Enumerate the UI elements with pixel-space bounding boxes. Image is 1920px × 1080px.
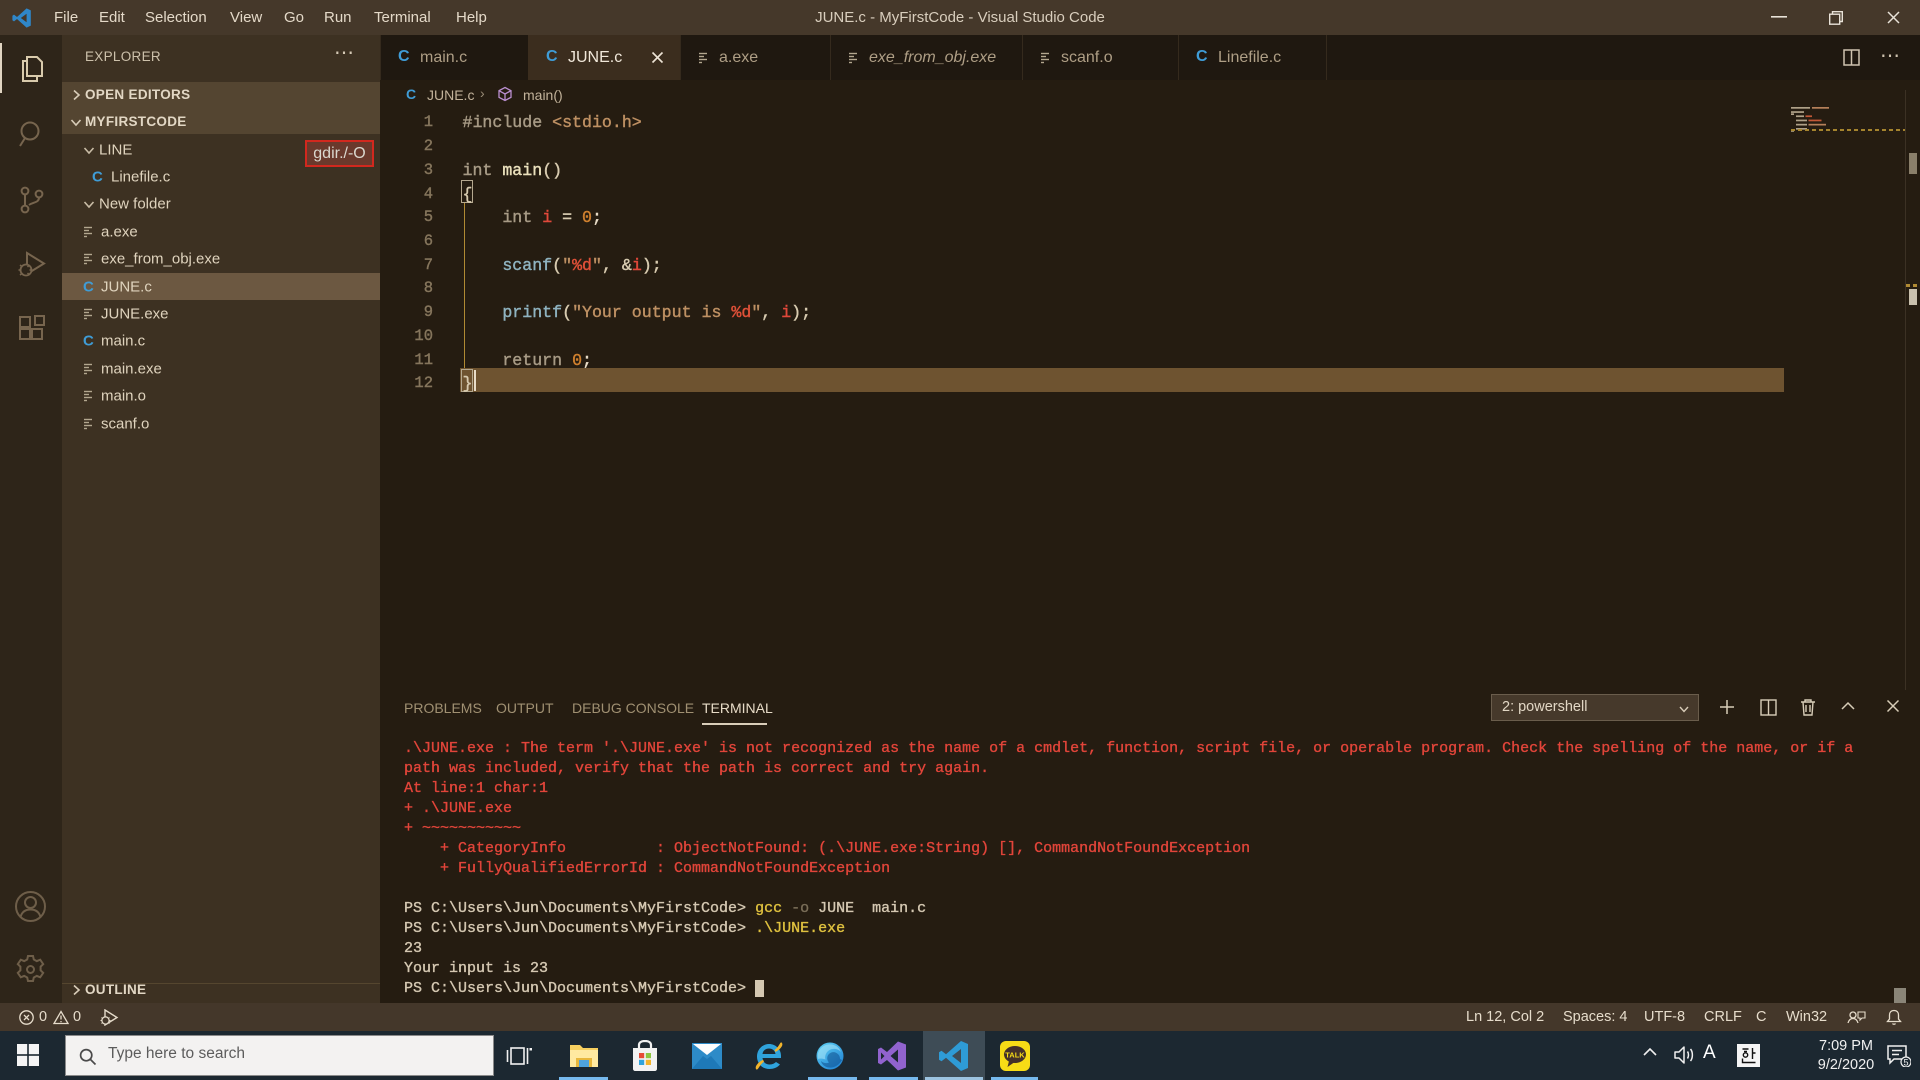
svg-text:5: 5	[1903, 1057, 1908, 1067]
svg-text:TALK: TALK	[1005, 1051, 1025, 1060]
